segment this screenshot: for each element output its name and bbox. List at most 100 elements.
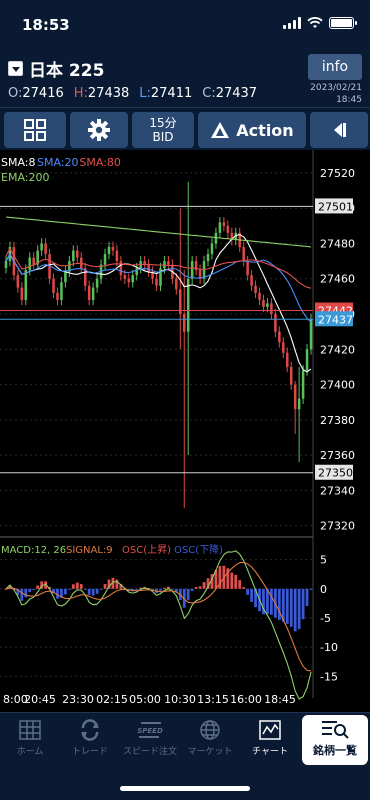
osc-bar xyxy=(270,588,273,615)
symbol-name[interactable]: 日本 225 xyxy=(29,56,104,81)
candle-body xyxy=(175,278,178,290)
step-back-button[interactable] xyxy=(310,112,368,148)
price-chart[interactable]: 2752027500274802746027440274202740027380… xyxy=(0,150,370,712)
macd-legend-label: OSC(下降) xyxy=(174,543,223,556)
osc-bar xyxy=(159,588,162,591)
nav-item-trade[interactable]: トレード xyxy=(60,719,120,757)
sma8-line xyxy=(5,234,312,373)
candle-body xyxy=(20,287,24,300)
osc-bar xyxy=(170,588,174,590)
chart-toolbar: 15分 BID Action xyxy=(0,108,370,150)
nav-item-home[interactable]: ホーム xyxy=(0,719,60,757)
list-search-icon xyxy=(322,721,349,739)
y-tick-label: 27320 xyxy=(320,520,355,533)
candle-body xyxy=(274,314,277,332)
settings-button[interactable] xyxy=(70,112,128,148)
indicator-legend-label: SMA:80 xyxy=(79,156,121,169)
candle-body xyxy=(131,275,135,283)
layout-button[interactable] xyxy=(4,112,66,148)
nav-item-symbol-list[interactable]: 銘柄一覧 xyxy=(302,715,368,765)
osc-bar xyxy=(198,586,202,589)
signal-icon xyxy=(283,17,301,29)
nav-label-market: マーケット xyxy=(187,747,233,757)
sma80-line xyxy=(5,247,312,289)
candle-body xyxy=(285,352,289,367)
action-label: Action xyxy=(236,120,294,140)
y-tick-label: 27340 xyxy=(320,484,355,497)
candle-body xyxy=(210,243,214,255)
candle-body xyxy=(289,366,293,385)
symbol-selector[interactable]: 日本 225 xyxy=(8,56,104,81)
nav-item-speed[interactable]: SPEED スピード注文 xyxy=(120,719,180,757)
action-button[interactable]: Action xyxy=(198,112,306,148)
candle-body xyxy=(293,384,297,410)
macd-line xyxy=(5,550,312,700)
candle-body xyxy=(305,349,309,371)
candle-body xyxy=(60,282,63,300)
ohlc-item: C:27437 xyxy=(202,86,257,101)
candle-body xyxy=(218,222,222,233)
nav-item-market[interactable]: マーケット xyxy=(180,719,240,757)
osc-bar xyxy=(301,588,305,620)
dropdown-icon[interactable] xyxy=(8,61,23,76)
wifi-icon xyxy=(307,17,323,28)
y-tick-label: 27420 xyxy=(320,343,355,356)
candle-body xyxy=(226,225,230,233)
nav-label-trade: トレード xyxy=(71,747,108,757)
step-back-icon xyxy=(334,123,346,137)
candle-body xyxy=(72,250,75,262)
candle-body xyxy=(103,254,107,265)
candle-body xyxy=(56,292,59,300)
timeframe-button[interactable]: 15分 BID xyxy=(132,112,194,148)
candle-body xyxy=(242,247,245,262)
ohlc-label: H: xyxy=(73,86,88,101)
osc-bar xyxy=(87,588,91,595)
price-tag-label: 27437 xyxy=(318,313,353,326)
candle-body xyxy=(278,331,281,343)
osc-bar xyxy=(186,588,190,601)
timestamp-date: 2023/02/21 xyxy=(310,83,362,93)
osc-bar xyxy=(250,588,253,602)
y-tick-label: 27360 xyxy=(320,449,355,462)
y-tick-label: 27400 xyxy=(320,379,355,392)
y-tick-label: 27480 xyxy=(320,237,355,250)
indicator-legend-label: EMA:200 xyxy=(1,171,49,184)
info-button[interactable]: info xyxy=(308,54,362,80)
ohlc-item: L:27411 xyxy=(139,86,192,101)
candle-body xyxy=(182,314,186,332)
ohlc-readout: O:27416 H:27438 L:27411 C:27437 xyxy=(8,86,257,101)
battery-icon xyxy=(329,17,357,29)
candle-body xyxy=(4,261,8,269)
candle-body xyxy=(76,250,79,258)
osc-bar xyxy=(190,588,194,592)
osc-bar xyxy=(99,588,103,590)
osc-bar xyxy=(36,585,40,589)
chart-area[interactable]: 2752027500274802746027440274202740027380… xyxy=(0,150,370,712)
nav-item-chart[interactable]: チャート xyxy=(240,719,300,757)
osc-bar xyxy=(163,587,166,589)
osc-bar xyxy=(95,588,99,594)
nav-label-speed: スピード注文 xyxy=(122,747,177,757)
candle-body xyxy=(16,275,20,288)
price-type-label: BID xyxy=(152,130,174,144)
osc-bar xyxy=(64,588,67,595)
candle-body xyxy=(155,278,158,286)
globe-icon xyxy=(200,720,220,740)
ema200-line xyxy=(5,216,312,248)
candle-body xyxy=(147,264,150,272)
osc-bar xyxy=(20,588,24,601)
macd-legend-label: OSC(上昇) xyxy=(122,544,171,556)
osc-bar xyxy=(242,587,246,589)
candle-body xyxy=(127,278,131,283)
candle-body xyxy=(206,254,210,262)
x-tick-label: 02:15 xyxy=(96,693,128,706)
osc-bar xyxy=(202,582,206,589)
candle-body xyxy=(254,285,257,293)
x-tick-label: 20:45 xyxy=(24,693,56,706)
candle-body xyxy=(297,398,301,410)
osc-bar xyxy=(285,588,289,624)
osc-bar xyxy=(246,588,250,595)
x-tick-label: 10:30 xyxy=(164,693,196,706)
candle-body xyxy=(270,303,273,315)
home-indicator xyxy=(120,786,250,791)
